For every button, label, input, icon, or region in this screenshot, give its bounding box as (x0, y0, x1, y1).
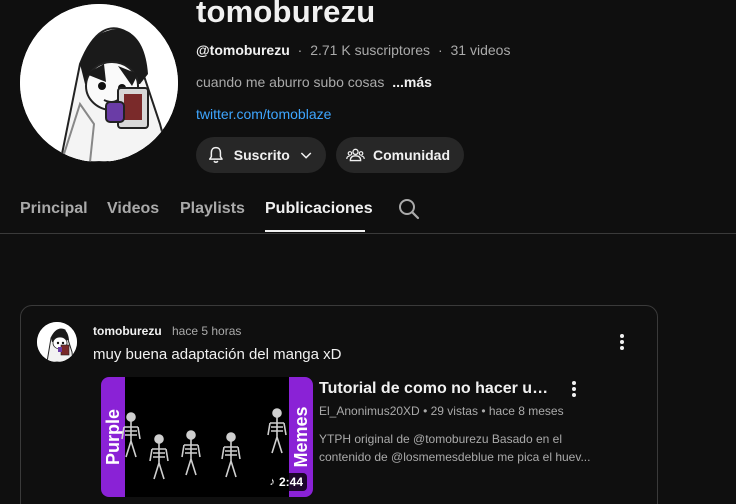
video-duration: ♪ 2:44 (265, 473, 307, 491)
channel-link[interactable]: twitter.com/tomoblaze (196, 106, 331, 122)
video-desc-line1: YTPH original de @tomoburezu Basado en e… (319, 432, 562, 446)
separator-dot: · (437, 42, 443, 58)
tab-publicaciones[interactable]: Publicaciones (265, 200, 373, 218)
tab-principal[interactable]: Principal (20, 200, 88, 218)
post-author-avatar[interactable] (37, 322, 77, 362)
subscriber-count: 2.71 K suscriptores (310, 42, 431, 58)
post-author[interactable]: tomoburezu (93, 324, 162, 338)
video-count: 31 videos (450, 42, 511, 58)
channel-name: tomoburezu (196, 0, 376, 29)
video-views: 29 vistas (430, 404, 478, 418)
subscribed-button[interactable]: Suscrito (196, 137, 326, 173)
description-text: cuando me aburro subo cosas (196, 74, 385, 90)
video-title[interactable]: Tutorial de como no hacer un... (319, 380, 549, 398)
video-desc-line2: contenido de @losmemesdeblue me pica el … (319, 450, 591, 464)
channel-avatar[interactable] (20, 4, 178, 162)
chevron-down-icon (300, 152, 312, 159)
community-button[interactable]: Comunidad (336, 137, 464, 173)
video-channel[interactable]: El_Anonimus20XD (319, 404, 420, 418)
more-link[interactable]: ...más (392, 74, 432, 90)
post-time[interactable]: hace 5 horas (172, 324, 241, 338)
video-meta: El_Anonimus20XD • 29 vistas • hace 8 mes… (319, 404, 564, 418)
thumb-text-left: Purple (103, 409, 123, 465)
more-vert-icon[interactable] (615, 332, 629, 352)
channel-meta: @tomoburezu · 2.71 K suscriptores · 31 v… (196, 42, 510, 58)
channel-handle: @tomoburezu (196, 42, 290, 58)
separator-dot: • (423, 404, 431, 418)
people-icon (346, 148, 365, 162)
subscribed-label: Suscrito (233, 147, 290, 163)
separator-dot: · (297, 42, 303, 58)
duration-text: 2:44 (278, 475, 303, 489)
video-age: hace 8 meses (488, 404, 564, 418)
thumb-text-right: Memes (291, 406, 311, 467)
active-tab-indicator (265, 230, 365, 232)
video-description[interactable]: YTPH original de @tomoburezu Basado en e… (319, 430, 595, 466)
channel-description[interactable]: cuando me aburro subo cosas ...más (196, 74, 432, 90)
tab-playlists[interactable]: Playlists (180, 200, 245, 218)
video-thumbnail[interactable]: Purple Memes ♪ 2:44 (101, 377, 313, 497)
channel-tabs: Principal Videos Playlists Publicaciones (0, 190, 736, 234)
music-note-icon: ♪ (269, 476, 275, 488)
post-text: muy buena adaptación del manga xD (93, 346, 342, 363)
more-vert-icon[interactable] (567, 379, 581, 399)
community-post: tomoburezu hace 5 horas muy buena adapta… (20, 305, 658, 504)
separator-dot: • (481, 404, 489, 418)
search-icon[interactable] (397, 197, 421, 221)
community-label: Comunidad (373, 147, 450, 163)
bell-icon (208, 146, 223, 163)
tab-videos[interactable]: Videos (107, 200, 159, 218)
